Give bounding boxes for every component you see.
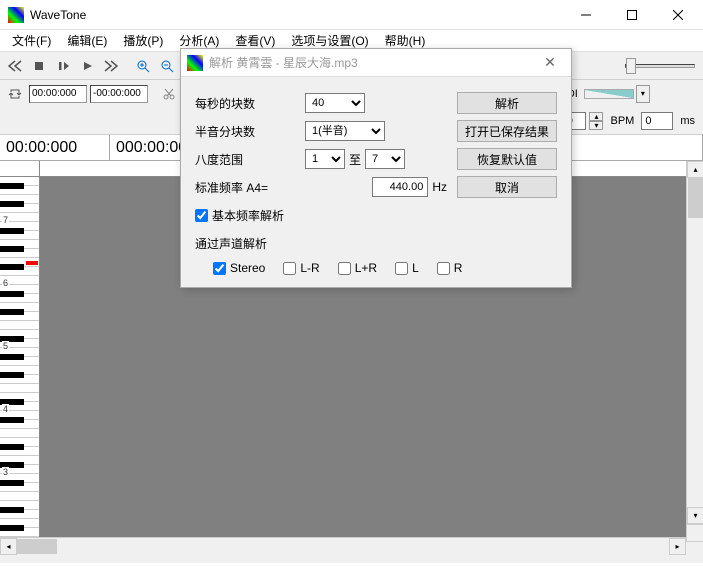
midi-bar[interactable] — [584, 89, 634, 99]
bpm-text: BPM — [606, 115, 638, 127]
hz-label: Hz — [432, 180, 447, 194]
stop-button[interactable] — [28, 55, 50, 77]
dialog-title-text: 解析 黄霄雲 - 星辰大海.mp3 — [209, 54, 535, 71]
stdfreq-label: 标准频率 A4= — [195, 179, 305, 196]
app-icon — [8, 7, 24, 23]
cut-button[interactable] — [158, 83, 180, 105]
stdfreq-input[interactable] — [372, 177, 428, 197]
maximize-button[interactable] — [609, 0, 655, 30]
close-button[interactable] — [655, 0, 701, 30]
canvas-area[interactable]: 解析 黄霄雲 - 星辰大海.mp3 ✕ 每秒的块数 40 解析 半音分块数 1(… — [40, 161, 686, 537]
scrollbar-vertical[interactable]: ▴ ▾ — [686, 161, 703, 541]
position-1: 00:00:000 — [0, 135, 110, 160]
offset-field[interactable] — [641, 112, 673, 130]
cancel-button[interactable]: 取消 — [457, 176, 557, 198]
scroll-v-thumb[interactable] — [688, 178, 703, 218]
pause-button[interactable] — [52, 55, 74, 77]
dialog-icon — [187, 55, 203, 71]
time-end-field[interactable]: -00:00:000 — [90, 85, 148, 103]
scroll-up-button[interactable]: ▴ — [687, 161, 703, 178]
lplusr-check[interactable]: L+R — [338, 261, 377, 275]
defaults-button[interactable]: 恢复默认值 — [457, 148, 557, 170]
menu-file[interactable]: 文件(F) — [4, 30, 59, 51]
forward-button[interactable] — [100, 55, 122, 77]
menu-play[interactable]: 播放(P) — [115, 30, 171, 51]
position-slider[interactable] — [625, 64, 695, 68]
fundamental-checkbox[interactable] — [195, 209, 208, 222]
midi-down[interactable]: ▾ — [636, 85, 650, 103]
scroll-down-button[interactable]: ▾ — [687, 507, 703, 524]
open-saved-button[interactable]: 打开已保存结果 — [457, 120, 557, 142]
octave-6: 6 — [2, 278, 9, 288]
bpm-down[interactable]: ▾ — [589, 121, 603, 130]
lminusr-check[interactable]: L-R — [283, 261, 319, 275]
octave-to-select[interactable]: 7 — [365, 149, 405, 169]
blocks-label: 每秒的块数 — [195, 95, 305, 112]
zoom-out-h-button[interactable] — [156, 55, 178, 77]
menu-edit[interactable]: 编辑(E) — [59, 30, 115, 51]
piano-roll[interactable]: 7 6 5 4 3 // piano keys pattern (functio… — [0, 161, 40, 537]
scroll-left-button[interactable]: ◂ — [0, 538, 17, 555]
l-check[interactable]: L — [395, 261, 419, 275]
octave-from-select[interactable]: 1 — [305, 149, 345, 169]
octave-to-label: 至 — [349, 151, 361, 168]
channel-label: 通过声道解析 — [195, 235, 267, 252]
octave-4: 4 — [2, 404, 9, 414]
note-marker — [26, 261, 38, 265]
analyze-button[interactable]: 解析 — [457, 92, 557, 114]
r-check[interactable]: R — [437, 261, 463, 275]
play-button[interactable] — [76, 55, 98, 77]
bpm-up[interactable]: ▴ — [589, 112, 603, 121]
loop-button[interactable] — [4, 83, 26, 105]
octave-label: 八度范围 — [195, 151, 305, 168]
titlebar: WaveTone — [0, 0, 703, 30]
rewind-button[interactable] — [4, 55, 26, 77]
scrollbar-horizontal[interactable]: ◂ ▸ — [0, 537, 686, 554]
octave-7: 7 — [2, 215, 9, 225]
window-title: WaveTone — [30, 8, 563, 22]
minimize-button[interactable] — [563, 0, 609, 30]
analysis-dialog: 解析 黄霄雲 - 星辰大海.mp3 ✕ 每秒的块数 40 解析 半音分块数 1(… — [180, 48, 572, 288]
scroll-right-button[interactable]: ▸ — [669, 538, 686, 555]
semitone-label: 半音分块数 — [195, 123, 305, 140]
zoom-in-h-button[interactable] — [132, 55, 154, 77]
dialog-titlebar[interactable]: 解析 黄霄雲 - 星辰大海.mp3 ✕ — [181, 49, 571, 77]
time-start-field[interactable]: 00:00:000 — [29, 85, 87, 103]
fundamental-check[interactable]: 基本频率解析 — [195, 207, 284, 224]
semitone-select[interactable]: 1(半音) — [305, 121, 385, 141]
ms-text: ms — [676, 115, 699, 127]
octave-5: 5 — [2, 341, 9, 351]
blocks-select[interactable]: 40 — [305, 93, 365, 113]
octave-3: 3 — [2, 467, 9, 477]
scroll-h-thumb[interactable] — [17, 539, 57, 554]
dialog-close-button[interactable]: ✕ — [535, 51, 565, 75]
stereo-check[interactable]: Stereo — [213, 261, 265, 275]
